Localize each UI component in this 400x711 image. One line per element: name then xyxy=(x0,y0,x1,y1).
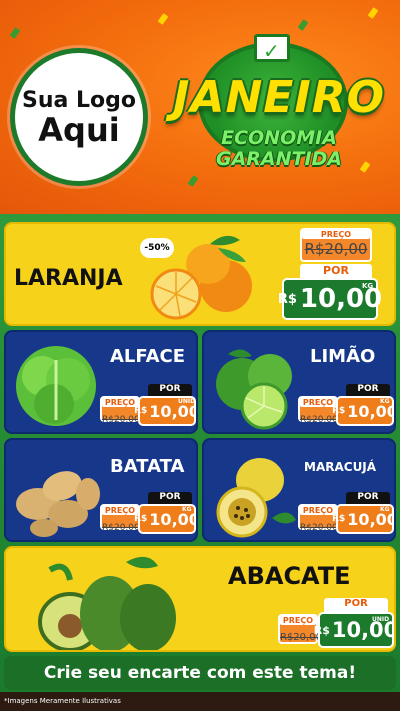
unit-label: KG xyxy=(380,506,390,513)
header-banner: Sua Logo Aqui ✓ JANEIRO ECONOMIA GARANTI… xyxy=(0,0,400,214)
product-card-abacate: ABACATE POR PREÇO R$20,00 R$ 10,00 UNID xyxy=(4,546,396,652)
unit-label: UNID xyxy=(372,616,390,623)
unit-label: KG xyxy=(362,282,374,290)
product-name: ABACATE xyxy=(228,562,351,590)
confetti-decoration xyxy=(297,19,309,31)
old-price-box: PREÇO R$20,00 xyxy=(278,614,322,644)
discount-badge: -50% xyxy=(140,238,174,258)
campaign-title: JANEIRO xyxy=(173,72,385,123)
old-price-label: PREÇO xyxy=(280,616,316,625)
por-label: POR xyxy=(324,598,388,612)
currency: R$ xyxy=(134,514,148,524)
old-price: R$20,00 xyxy=(300,415,338,425)
unit-label: UNID xyxy=(178,398,196,405)
lettuce-image xyxy=(16,346,96,426)
por-label: POR xyxy=(346,492,390,504)
logo-placeholder: Sua Logo Aqui xyxy=(10,48,148,186)
product-card-laranja: LARANJA -50% PREÇO R$20,00 POR R$ 10,00 … xyxy=(4,222,396,326)
product-grid: LARANJA -50% PREÇO R$20,00 POR R$ 10,00 … xyxy=(0,214,400,694)
campaign-badge: ✓ JANEIRO ECONOMIA GARANTIDA xyxy=(158,32,396,192)
product-card-maracuja: MARACUJÁ POR PREÇO R$20,00 R$ 10,00 KG xyxy=(202,438,396,542)
por-label: POR xyxy=(148,384,192,396)
confetti-decoration xyxy=(367,7,379,19)
passion-fruit-image xyxy=(216,458,296,538)
lime-image xyxy=(216,349,292,430)
subtitle-line-2: GARANTIDA xyxy=(215,148,343,170)
product-name: MARACUJÁ xyxy=(304,460,377,474)
por-label: POR xyxy=(148,492,192,504)
currency: R$ xyxy=(277,291,297,307)
logo-line-1: Sua Logo xyxy=(21,87,136,113)
old-price: R$20,00 xyxy=(304,240,368,258)
product-card-batata: BATATA POR PREÇO R$20,00 R$ 10,00 KG xyxy=(4,438,198,542)
cta-banner: Crie seu encarte com este tema! xyxy=(4,656,396,690)
old-price-label: PREÇO xyxy=(102,506,138,515)
por-label: POR xyxy=(346,384,390,396)
product-card-limao: LIMÃO POR PREÇO R$20,00 R$ 10,00 KG xyxy=(202,330,396,434)
unit-label: KG xyxy=(182,506,192,513)
campaign-subtitle: ECONOMIA GARANTIDA xyxy=(162,128,396,170)
confetti-decoration xyxy=(157,13,169,25)
product-name: LARANJA xyxy=(14,266,123,291)
currency: R$ xyxy=(134,406,148,416)
unit-label: KG xyxy=(380,398,390,405)
old-price-box: PREÇO R$20,00 xyxy=(300,228,372,262)
old-price-label: PREÇO xyxy=(102,398,138,407)
old-price-label: PREÇO xyxy=(302,230,370,239)
logo-line-2: Aqui xyxy=(38,110,120,149)
old-price: R$20,00 xyxy=(102,523,140,533)
potato-image xyxy=(16,471,100,537)
old-price-label: PREÇO xyxy=(300,506,336,515)
product-name: LIMÃO xyxy=(310,346,376,367)
currency: R$ xyxy=(313,623,330,637)
disclaimer-note: *Imagens Meramente Ilustrativas xyxy=(4,697,121,705)
por-label: POR xyxy=(300,264,372,278)
old-price-label: PREÇO xyxy=(300,398,336,407)
avocado-image xyxy=(38,556,176,650)
subtitle-line-1: ECONOMIA xyxy=(221,127,337,149)
checkbox-icon: ✓ xyxy=(254,34,290,63)
product-name: BATATA xyxy=(110,456,185,477)
old-price: R$20,00 xyxy=(102,415,140,425)
currency: R$ xyxy=(332,406,346,416)
product-name: ALFACE xyxy=(110,346,186,367)
product-card-alface: ALFACE POR PREÇO R$20,00 R$ 10,00 UNID xyxy=(4,330,198,434)
confetti-decoration xyxy=(9,27,21,39)
old-price: R$20,00 xyxy=(300,523,338,533)
flyer: Sua Logo Aqui ✓ JANEIRO ECONOMIA GARANTI… xyxy=(0,0,400,711)
currency: R$ xyxy=(332,514,346,524)
